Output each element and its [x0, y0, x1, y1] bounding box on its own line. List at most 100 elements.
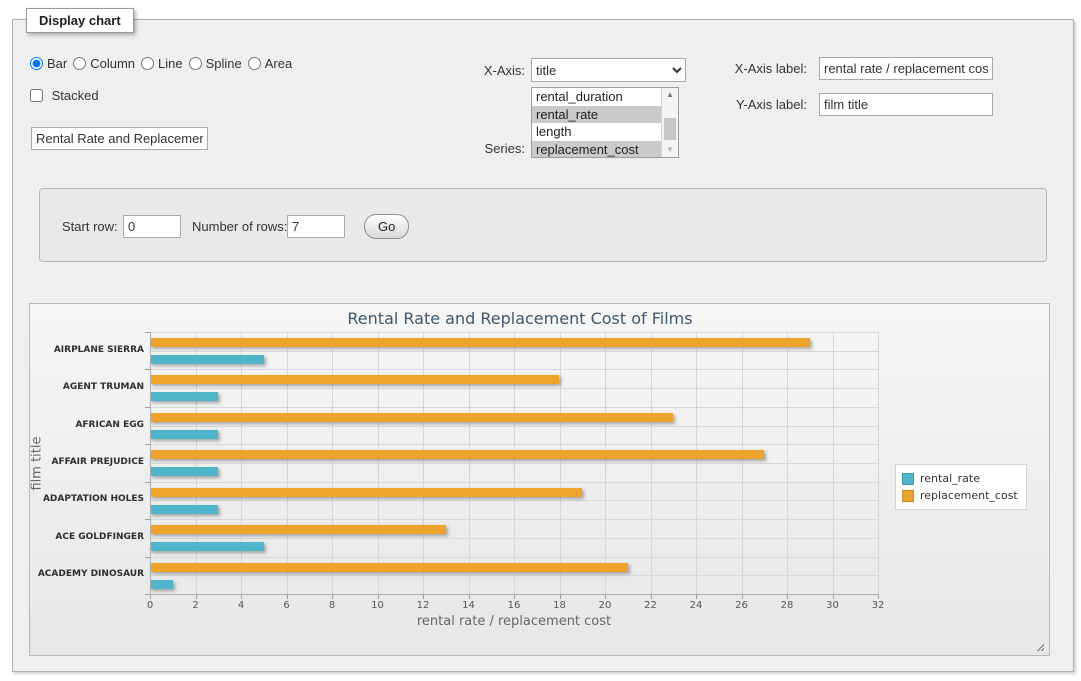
y-tick [145, 594, 150, 595]
category-label: AFFAIR PREJUDICE [34, 457, 144, 467]
stacked-checkbox[interactable] [30, 89, 43, 102]
bar-rental_rate[interactable] [150, 355, 264, 364]
x-tick-label: 14 [454, 600, 484, 611]
radio-label: Bar [47, 56, 67, 71]
legend-item-rental_rate[interactable]: rental_rate [902, 470, 1018, 487]
bar-rental_rate[interactable] [150, 430, 218, 439]
x-tick [560, 595, 561, 599]
x-axis-label: X-Axis: [431, 63, 525, 78]
x-tick [742, 595, 743, 599]
bar-rental_rate[interactable] [150, 542, 264, 551]
v-gridline [378, 332, 379, 594]
x-tick-label: 22 [636, 600, 666, 611]
x-tick-label: 8 [317, 600, 347, 611]
radio-area[interactable] [248, 57, 261, 70]
chart-type-line[interactable]: Line [141, 56, 183, 71]
radio-column[interactable] [73, 57, 86, 70]
start-row-label: Start row: [62, 219, 118, 234]
series-option-rental_rate[interactable]: rental_rate [532, 106, 661, 124]
v-gridline [742, 332, 743, 594]
scroll-up-icon[interactable]: ▲ [662, 88, 678, 102]
v-gridline [332, 332, 333, 594]
chart-type-radio-group: Bar Column Line Spline Area [30, 56, 298, 71]
radio-line[interactable] [141, 57, 154, 70]
scroll-down-icon[interactable]: ▼ [662, 143, 678, 157]
radio-label: Column [90, 56, 135, 71]
chart-type-spline[interactable]: Spline [189, 56, 242, 71]
fieldset-legend: Display chart [26, 8, 134, 33]
bar-replacement_cost[interactable] [150, 488, 582, 497]
y-tick [145, 482, 150, 483]
resize-handle-icon[interactable] [1034, 641, 1044, 651]
radio-bar[interactable] [30, 57, 43, 70]
bar-rental_rate[interactable] [150, 505, 218, 514]
go-button[interactable]: Go [364, 214, 409, 239]
category-label: ACE GOLDFINGER [34, 532, 144, 542]
chart-type-area[interactable]: Area [248, 56, 292, 71]
x-tick [605, 595, 606, 599]
start-row-input[interactable] [123, 215, 181, 238]
x-tick-label: 12 [408, 600, 438, 611]
bar-replacement_cost[interactable] [150, 375, 559, 384]
category-label: AIRPLANE SIERRA [34, 345, 144, 355]
bar-replacement_cost[interactable] [150, 413, 673, 422]
x-tick-label: 16 [499, 600, 529, 611]
series-option-replacement_cost[interactable]: replacement_cost [532, 141, 661, 159]
x-axis-title: rental rate / replacement cost [150, 614, 878, 629]
v-gridline [423, 332, 424, 594]
x-tick-label: 32 [863, 600, 893, 611]
y-tick [145, 332, 150, 333]
radio-spline[interactable] [189, 57, 202, 70]
bar-rental_rate[interactable] [150, 392, 218, 401]
chart-type-bar[interactable]: Bar [30, 56, 67, 71]
chart-legend: rental_rate replacement_cost [895, 464, 1027, 510]
x-tick-label: 24 [681, 600, 711, 611]
chart-type-column[interactable]: Column [73, 56, 135, 71]
v-gridline [196, 332, 197, 594]
bar-replacement_cost[interactable] [150, 525, 446, 534]
legend-swatch-icon [902, 473, 914, 485]
v-gridline [696, 332, 697, 594]
y-tick [145, 519, 150, 520]
series-scrollbar[interactable]: ▲ ▼ [661, 88, 678, 157]
bar-rental_rate[interactable] [150, 580, 173, 589]
stacked-checkbox-row[interactable]: Stacked [30, 88, 99, 103]
stacked-label: Stacked [52, 88, 99, 103]
series-label: Series: [431, 141, 525, 156]
v-gridline [287, 332, 288, 594]
y-axis-label-field-label: Y-Axis label: [713, 97, 807, 112]
scrollbar-thumb[interactable] [664, 118, 676, 140]
bar-rental_rate[interactable] [150, 467, 218, 476]
y-tick [145, 369, 150, 370]
y-tick [145, 444, 150, 445]
x-tick-label: 6 [272, 600, 302, 611]
x-axis-select[interactable]: title [531, 58, 686, 82]
y-tick [145, 407, 150, 408]
row-range-panel: Start row: Number of rows: Go [39, 188, 1047, 262]
legend-label: rental_rate [920, 472, 980, 485]
y-tick [145, 557, 150, 558]
x-tick [651, 595, 652, 599]
chart-title-input[interactable] [31, 127, 208, 150]
category-label: AGENT TRUMAN [34, 382, 144, 392]
bar-replacement_cost[interactable] [150, 563, 628, 572]
x-tick [196, 595, 197, 599]
series-listbox[interactable]: rental_durationrental_ratelengthreplacem… [531, 87, 679, 158]
bar-replacement_cost[interactable] [150, 450, 764, 459]
y-axis-label-input[interactable] [819, 93, 993, 116]
series-option-length[interactable]: length [532, 123, 661, 141]
bar-replacement_cost[interactable] [150, 338, 810, 347]
number-of-rows-input[interactable] [287, 215, 345, 238]
x-axis-label-input[interactable] [819, 57, 993, 80]
x-tick-label: 0 [135, 600, 165, 611]
x-tick-label: 20 [590, 600, 620, 611]
x-tick [469, 595, 470, 599]
v-gridline [787, 332, 788, 594]
series-option-rental_duration[interactable]: rental_duration [532, 88, 661, 106]
x-tick [241, 595, 242, 599]
x-tick [287, 595, 288, 599]
x-tick-label: 30 [818, 600, 848, 611]
legend-item-replacement_cost[interactable]: replacement_cost [902, 487, 1018, 504]
series-options: rental_durationrental_ratelengthreplacem… [532, 88, 661, 157]
category-label: AFRICAN EGG [34, 420, 144, 430]
